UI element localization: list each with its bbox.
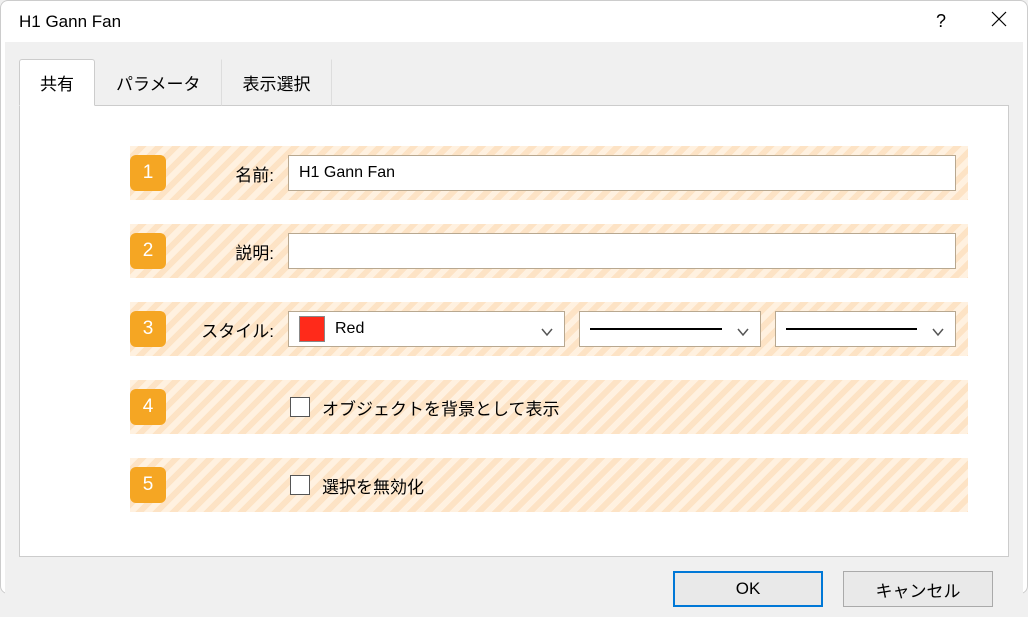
line-width-preview xyxy=(786,328,917,330)
description-label: 説明: xyxy=(186,239,274,264)
cancel-button[interactable]: キャンセル xyxy=(843,571,993,607)
titlebar-controls: ? xyxy=(929,11,1011,32)
close-icon[interactable] xyxy=(987,11,1011,32)
titlebar: H1 Gann Fan ? xyxy=(1,1,1027,42)
row-description: 2 説明: xyxy=(130,224,968,278)
row-disable-selection-checkbox: 5 選択を無効化 xyxy=(130,458,968,512)
description-input[interactable] xyxy=(288,233,956,269)
help-icon[interactable]: ? xyxy=(929,11,953,32)
line-style-preview xyxy=(590,328,721,330)
tabs-row: 共有 パラメータ 表示選択 xyxy=(19,58,1009,105)
row-number-4: 4 xyxy=(130,389,166,425)
disable-selection-checkbox[interactable] xyxy=(290,475,310,495)
row-name: 1 名前: xyxy=(130,146,968,200)
disable-selection-checkbox-group: 選択を無効化 xyxy=(290,469,424,502)
row-number-3: 3 xyxy=(130,311,166,347)
background-checkbox-label[interactable]: オブジェクトを背景として表示 xyxy=(322,395,560,420)
style-label: スタイル: xyxy=(186,317,274,342)
line-style-select[interactable] xyxy=(579,311,760,347)
color-name: Red xyxy=(335,320,540,338)
gann-fan-dialog: H1 Gann Fan ? 共有 パラメータ 表示選択 1 名前: 2 説明: xyxy=(0,0,1028,594)
ok-button[interactable]: OK xyxy=(673,571,823,607)
dialog-title: H1 Gann Fan xyxy=(19,12,121,32)
background-checkbox[interactable] xyxy=(290,397,310,417)
tab-common[interactable]: 共有 xyxy=(19,59,95,106)
chevron-down-icon xyxy=(540,324,554,334)
tab-visualization[interactable]: 表示選択 xyxy=(222,59,332,106)
background-checkbox-group: オブジェクトを背景として表示 xyxy=(290,391,560,424)
line-width-select[interactable] xyxy=(775,311,956,347)
row-background-checkbox: 4 オブジェクトを背景として表示 xyxy=(130,380,968,434)
row-number-2: 2 xyxy=(130,233,166,269)
style-controls: Red xyxy=(288,311,956,347)
chevron-down-icon xyxy=(736,324,750,334)
button-row: OK キャンセル xyxy=(19,557,1009,607)
disable-selection-checkbox-label[interactable]: 選択を無効化 xyxy=(322,473,424,498)
row-style: 3 スタイル: Red xyxy=(130,302,968,356)
tab-panel-common: 1 名前: 2 説明: 3 スタイル: Red xyxy=(19,105,1009,557)
tab-parameters[interactable]: パラメータ xyxy=(95,59,222,106)
content-area: 共有 パラメータ 表示選択 1 名前: 2 説明: 3 スタイル: xyxy=(5,42,1023,617)
row-number-1: 1 xyxy=(130,155,166,191)
name-input[interactable] xyxy=(288,155,956,191)
color-swatch xyxy=(299,316,325,342)
chevron-down-icon xyxy=(931,324,945,334)
name-label: 名前: xyxy=(186,161,274,186)
row-number-5: 5 xyxy=(130,467,166,503)
color-select[interactable]: Red xyxy=(288,311,565,347)
